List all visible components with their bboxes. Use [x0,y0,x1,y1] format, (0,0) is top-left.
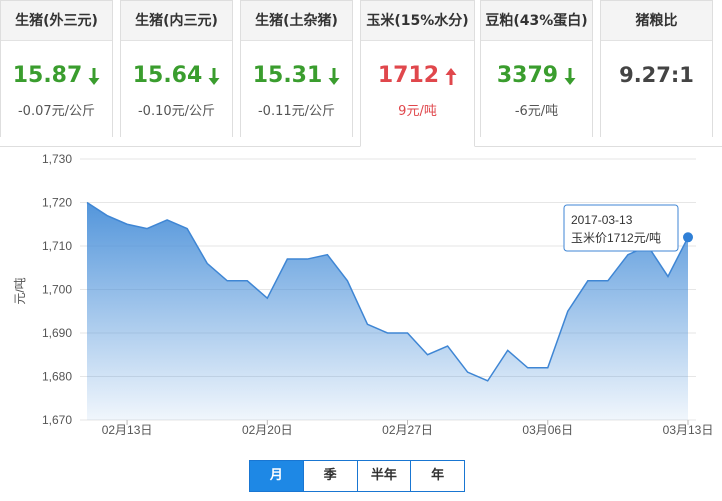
y-axis-ticks: 1,670 1,680 1,690 1,700 1,710 1,720 1,730 [42,152,72,427]
card-change: -0.11元/公斤 [257,104,336,119]
card-price: 1712 [377,63,440,88]
arrow-up-icon [445,66,457,92]
price-cards: 生猪(外三元) 15.87 -0.07元/公斤 生猪(内三元) 15.64 -0… [0,0,722,147]
x-axis-ticks: 02月13日 02月20日 02月27日 03月06日 03月13日 [102,420,714,437]
x-tick-label: 02月27日 [382,423,433,437]
y-tick-label: 1,690 [42,326,72,340]
card-soymeal[interactable]: 豆粕(43%蛋白) 3379 -6元/吨 [480,0,593,137]
y-tick-label: 1,720 [42,196,72,210]
card-price: 3379 [496,63,559,88]
y-tick-label: 1,710 [42,239,72,253]
range-tabs: 月 季 半年 年 [249,460,465,492]
series-points [683,232,693,243]
y-tick-label: 1,680 [42,370,72,384]
card-change: -0.10元/公斤 [137,104,216,119]
x-tick-label: 03月13日 [663,423,714,437]
x-tick-label: 03月06日 [522,423,573,437]
arrow-down-icon [88,66,100,92]
card-title: 生猪(土杂猪) [241,1,352,41]
arrow-down-icon [564,66,576,92]
tab-year[interactable]: 年 [411,461,464,491]
x-tick-label: 02月13日 [102,423,153,437]
tooltip-date: 2017-03-13 [571,213,633,227]
y-tick-label: 1,670 [42,413,72,427]
tab-quarter[interactable]: 季 [303,461,358,491]
arrow-down-icon [328,66,340,92]
y-axis-label: 元/吨 [13,277,27,304]
tooltip-value: 玉米价1712元/吨 [571,231,661,245]
y-tick-label: 1,700 [42,283,72,297]
tab-month[interactable]: 月 [250,461,304,491]
card-price: 15.87 [12,63,83,88]
card-title: 玉米(15%水分) [361,1,474,41]
card-change: 9元/吨 [398,104,437,119]
card-pig-inner-three[interactable]: 生猪(内三元) 15.64 -0.10元/公斤 [120,0,233,137]
price-chart: 1,670 1,680 1,690 1,700 1,710 1,720 1,730 02月1… [13,152,714,437]
arrow-down-icon [208,66,220,92]
card-change: -6元/吨 [514,104,559,119]
card-title: 豆粕(43%蛋白) [481,1,592,41]
card-title: 生猪(内三元) [121,1,232,41]
tooltip: 2017-03-13 玉米价1712元/吨 [563,204,679,252]
card-pig-outer-three[interactable]: 生猪(外三元) 15.87 -0.07元/公斤 [0,0,113,137]
card-title: 生猪(外三元) [1,1,112,41]
y-tick-label: 1,730 [42,152,72,166]
x-tick-label: 02月20日 [242,423,293,437]
tab-half-year[interactable]: 半年 [357,461,412,491]
card-pig-local[interactable]: 生猪(土杂猪) 15.31 -0.11元/公斤 [240,0,353,137]
card-price: 15.64 [132,63,203,88]
card-pig-grain-ratio[interactable]: 猪粮比 9.27:1 [600,0,713,137]
highlighted-point[interactable] [683,232,693,243]
card-price: 15.31 [252,63,323,88]
card-change: -0.07元/公斤 [17,104,96,119]
card-corn[interactable]: 玉米(15%水分) 1712 9元/吨 [360,0,475,147]
card-ratio: 9.27:1 [619,63,694,87]
card-title: 猪粮比 [601,1,712,41]
